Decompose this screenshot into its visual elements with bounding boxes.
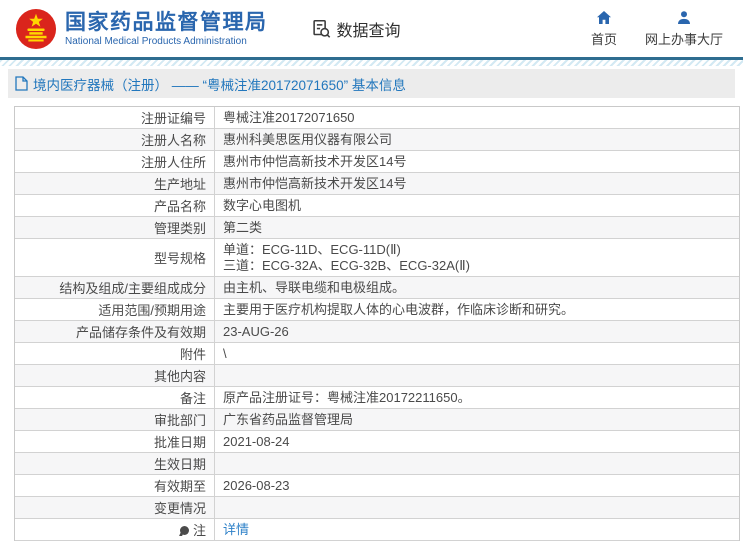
row-label: 生产地址 xyxy=(153,176,206,192)
row-label: 备注 xyxy=(179,390,206,406)
row-value: 主要用于医疗机构提取人体的心电波群，作临床诊断和研究。 xyxy=(214,299,739,320)
table-row: 注册人住所 惠州市仲恺高新技术开发区14号 xyxy=(15,151,739,173)
row-value: 详情 xyxy=(214,519,739,540)
table-row: 注详情 xyxy=(15,519,739,541)
nmpa-logo[interactable]: 国家药品监督管理局 National Medical Products Admi… xyxy=(15,8,268,50)
table-row: 管理类别 第二类 xyxy=(15,217,739,239)
row-label: 生效日期 xyxy=(153,456,206,472)
national-emblem-icon xyxy=(15,8,57,49)
row-label: 注册人住所 xyxy=(140,154,206,170)
document-icon xyxy=(15,76,28,91)
document-search-icon xyxy=(312,19,330,38)
row-value: \ xyxy=(214,343,739,364)
row-label: 有效期至 xyxy=(153,478,206,494)
table-row: 适用范围/预期用途 主要用于医疗机构提取人体的心电波群，作临床诊断和研究。 xyxy=(15,299,739,321)
data-query-button[interactable]: 数据查询 xyxy=(310,17,401,41)
row-value: 惠州科美思医用仪器有限公司 xyxy=(214,129,739,150)
row-label: 其他内容 xyxy=(153,368,206,384)
table-row: 产品名称 数字心电图机 xyxy=(15,195,739,217)
note-icon xyxy=(179,525,189,535)
row-value xyxy=(214,365,739,386)
table-row: 注册证编号 粤械注准20172071650 xyxy=(15,107,739,129)
row-value xyxy=(214,453,739,474)
row-value: 单道：ECG-11D、ECG-11D(Ⅱ) 三道：ECG-32A、ECG-32B… xyxy=(214,239,739,276)
row-value: 粤械注准20172071650 xyxy=(214,107,739,128)
table-row: 批准日期 2021-08-24 xyxy=(15,431,739,453)
nav-service-hall-label: 网上办事大厅 xyxy=(644,31,723,47)
row-value: 广东省药品监督管理局 xyxy=(214,409,739,430)
row-value: 原产品注册证号：粤械注准20172211650。 xyxy=(214,387,739,408)
section-title-bar: 境内医疗器械（注册） —— “粤械注准20172071650” 基本信息 xyxy=(8,69,735,98)
nav-item-service-hall[interactable]: 网上办事大厅 xyxy=(645,10,723,48)
table-row: 有效期至 2026-08-23 xyxy=(15,475,739,497)
page-header: 国家药品监督管理局 National Medical Products Admi… xyxy=(0,0,743,57)
table-row: 备注 原产品注册证号：粤械注准20172211650。 xyxy=(15,387,739,409)
table-row: 审批部门 广东省药品监督管理局 xyxy=(15,409,739,431)
nav-item-home[interactable]: 首页 xyxy=(591,10,617,48)
row-label: 附件 xyxy=(179,346,206,362)
site-title: 国家药品监督管理局 xyxy=(65,10,268,34)
row-value: 惠州市仲恺高新技术开发区14号 xyxy=(214,173,739,194)
row-value: 23-AUG-26 xyxy=(214,321,739,342)
row-label: 注 xyxy=(15,519,214,540)
row-label: 产品储存条件及有效期 xyxy=(75,324,206,340)
row-value: 2021-08-24 xyxy=(214,431,739,452)
row-label: 注册证编号 xyxy=(140,110,206,126)
row-label: 注册人名称 xyxy=(140,132,206,148)
row-label: 适用范围/预期用途 xyxy=(98,302,206,318)
nav-home-label: 首页 xyxy=(590,31,617,47)
home-icon xyxy=(596,10,611,24)
header-nav: 首页 网上办事大厅 xyxy=(591,10,729,48)
row-value xyxy=(214,497,739,518)
table-row: 注册人名称 惠州科美思医用仪器有限公司 xyxy=(15,129,739,151)
table-row: 结构及组成/主要组成成分 由主机、导联电缆和电极组成。 xyxy=(15,277,739,299)
info-table: 注册证编号 粤械注准20172071650 注册人名称 惠州科美思医用仪器有限公司 注册… xyxy=(14,106,740,541)
row-value: 由主机、导联电缆和电极组成。 xyxy=(214,277,739,298)
logo-text: 国家药品监督管理局 National Medical Products Admi… xyxy=(65,11,268,47)
table-row: 附件 \ xyxy=(15,343,739,365)
page-title: 境内医疗器械（注册） —— “粤械注准20172071650” 基本信息 xyxy=(33,77,406,93)
row-label: 结构及组成/主要组成成分 xyxy=(59,280,206,296)
site-subtitle: National Medical Products Administration xyxy=(65,35,247,47)
row-value: 第二类 xyxy=(214,217,739,238)
table-row: 产品储存条件及有效期 23-AUG-26 xyxy=(15,321,739,343)
table-row: 型号规格 单道：ECG-11D、ECG-11D(Ⅱ) 三道：ECG-32A、ECG… xyxy=(15,239,739,277)
row-label: 型号规格 xyxy=(153,250,206,266)
table-row: 生效日期 xyxy=(15,453,739,475)
header-divider-hatch xyxy=(0,60,743,66)
row-value: 数字心电图机 xyxy=(214,195,739,216)
row-label: 管理类别 xyxy=(153,220,206,236)
person-icon xyxy=(677,10,690,24)
row-value: 2026-08-23 xyxy=(214,475,739,496)
row-label: 产品名称 xyxy=(153,198,206,214)
row-label: 批准日期 xyxy=(153,434,206,450)
row-value: 惠州市仲恺高新技术开发区14号 xyxy=(214,151,739,172)
table-row: 生产地址 惠州市仲恺高新技术开发区14号 xyxy=(15,173,739,195)
data-query-label: 数据查询 xyxy=(336,22,401,40)
table-row: 变更情况 xyxy=(15,497,739,519)
table-row: 其他内容 xyxy=(15,365,739,387)
row-label: 变更情况 xyxy=(153,500,206,516)
row-label: 审批部门 xyxy=(153,412,206,428)
detail-link[interactable]: 详情 xyxy=(223,522,249,537)
